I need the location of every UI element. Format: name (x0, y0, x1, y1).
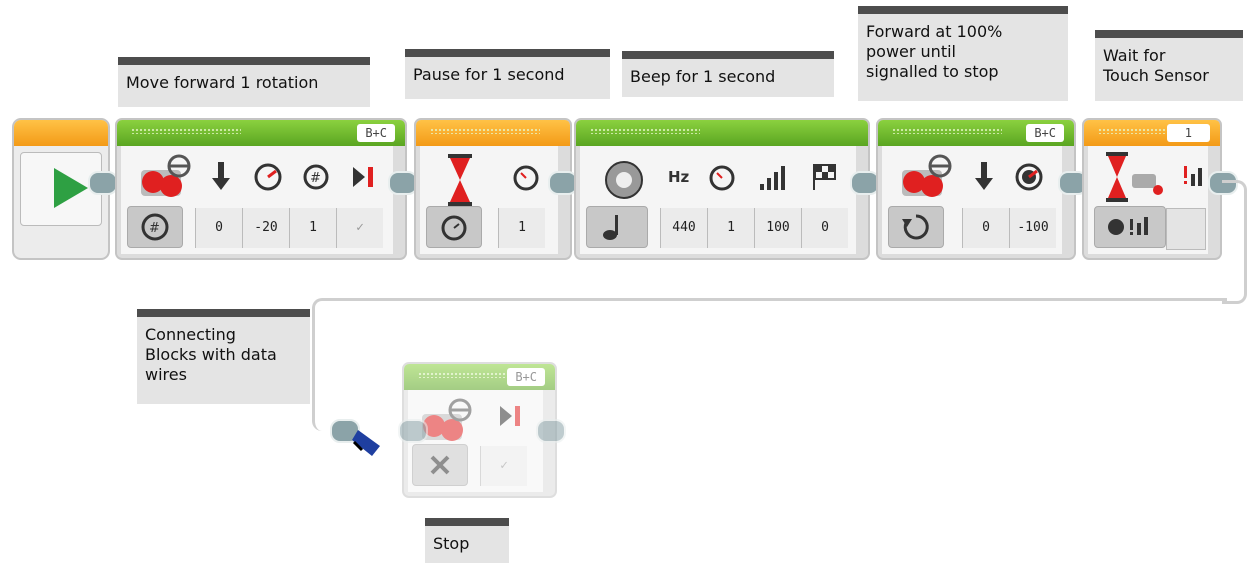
connector-stop-out[interactable] (536, 419, 566, 443)
mode-selector-button[interactable] (412, 444, 468, 486)
steering-input[interactable]: 0 (195, 208, 242, 248)
play-icon[interactable] (50, 166, 90, 210)
timer-icon (441, 215, 467, 241)
block-inputs: 0 -100 (962, 208, 1056, 248)
brake-input[interactable]: ✓ (480, 446, 527, 486)
on-icon (902, 214, 929, 240)
port-selector[interactable]: B+C (1026, 124, 1064, 142)
rotations-icon: # (303, 164, 329, 190)
move-steering-block-2[interactable]: B+C 0 -100 (876, 118, 1076, 260)
comment-beep[interactable]: Beep for 1 second (622, 51, 834, 97)
timer-icon (513, 165, 539, 191)
duration-input[interactable]: 1 (707, 208, 754, 248)
block-inputs: 1 (498, 208, 545, 248)
comment-pause[interactable]: Pause for 1 second (405, 49, 610, 99)
large-motor-icon (141, 154, 191, 197)
rotations-input[interactable]: 1 (289, 208, 336, 248)
port-selector[interactable]: 1 (1166, 124, 1210, 142)
hz-label: Hz (668, 168, 690, 186)
sequence-wire[interactable] (1222, 180, 1247, 304)
rotations-icon: # (141, 213, 169, 241)
brake-icon (353, 167, 373, 187)
volume-icon (760, 166, 785, 190)
down-arrow-icon (212, 162, 230, 190)
block-header (416, 120, 570, 146)
touch-sensor-icon (1106, 152, 1163, 202)
brake-input[interactable]: ✓ (336, 208, 383, 248)
mode-selector-button[interactable]: # (127, 206, 183, 248)
timer-icon (709, 165, 735, 191)
large-motor-icon (902, 154, 952, 197)
move-steering-block-1[interactable]: B+C # # 0 -20 1 ✓ (115, 118, 407, 260)
hourglass-icon (448, 154, 472, 206)
volume-input[interactable]: 100 (754, 208, 801, 248)
state-input[interactable] (1166, 208, 1206, 250)
comment-wait-touch[interactable]: Wait for Touch Sensor (1095, 30, 1243, 101)
block-header (576, 120, 868, 146)
mode-selector-button[interactable] (1094, 206, 1166, 248)
comment-move-forward[interactable]: Move forward 1 rotation (118, 57, 370, 107)
comment-forward-until[interactable]: Forward at 100% power until signalled to… (858, 6, 1068, 101)
sound-block[interactable]: Hz 440 1 100 0 (574, 118, 870, 260)
frequency-input[interactable]: 440 (660, 208, 707, 248)
speaker-icon (605, 161, 643, 199)
connector-stop-in[interactable] (398, 419, 428, 443)
block-inputs: 0 -20 1 ✓ (195, 208, 383, 248)
mode-selector-button[interactable] (888, 206, 944, 248)
steering-input[interactable]: 0 (962, 208, 1009, 248)
brake-icon (500, 406, 520, 426)
play-type-input[interactable]: 0 (801, 208, 848, 248)
wait-touch-block[interactable]: 1 (1082, 118, 1222, 260)
speedometer-icon (1015, 163, 1043, 191)
finish-flag-icon (813, 164, 836, 190)
comment-stop[interactable]: Stop (425, 518, 509, 563)
speedometer-icon (254, 163, 282, 191)
comment-connecting[interactable]: Connecting Blocks with data wires (137, 309, 310, 404)
close-icon (430, 455, 450, 475)
mode-selector-button[interactable] (586, 206, 648, 248)
svg-text:#: # (310, 171, 321, 186)
svg-text:#: # (149, 221, 160, 236)
power-input[interactable]: -100 (1009, 208, 1056, 248)
compare-icon (1184, 166, 1202, 186)
port-selector[interactable]: B+C (507, 368, 545, 386)
power-input[interactable]: -20 (242, 208, 289, 248)
block-inputs: ✓ (480, 446, 527, 486)
down-arrow-icon (975, 162, 993, 190)
large-motor-icon (422, 398, 472, 441)
port-selector[interactable]: B+C (357, 124, 395, 142)
wire-plug-icon[interactable] (350, 426, 384, 460)
seconds-input[interactable]: 1 (498, 208, 545, 248)
note-icon (603, 215, 618, 240)
mode-selector-button[interactable] (426, 206, 482, 248)
compare-state-icon (1108, 217, 1148, 235)
connector-start-out[interactable] (88, 171, 118, 195)
block-inputs: 440 1 100 0 (660, 208, 848, 248)
